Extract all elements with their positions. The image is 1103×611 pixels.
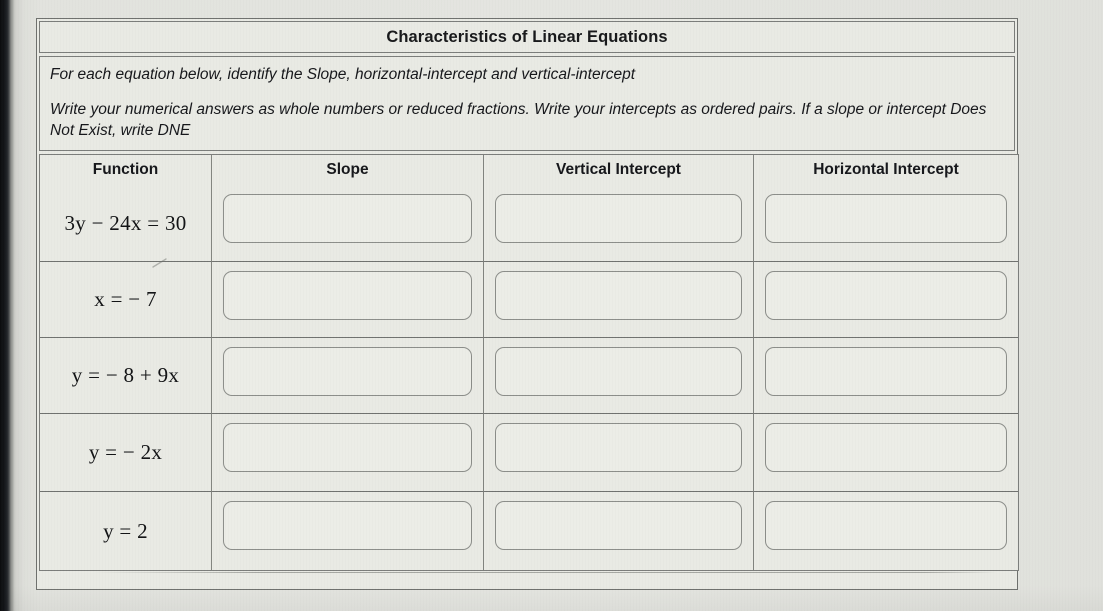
instructions-band: For each equation below, identify the Sl… — [39, 56, 1015, 151]
horizontal-intercept-cell-2[interactable] — [754, 262, 1018, 338]
worksheet-title-band: Characteristics of Linear Equations — [39, 21, 1015, 53]
table-header-row: Function Slope Vertical Intercept Horizo… — [40, 155, 1018, 185]
vertical-intercept-cell-1[interactable] — [484, 185, 754, 262]
vertical-intercept-cell-2[interactable] — [484, 262, 754, 338]
photographed-worksheet-scene: Characteristics of Linear Equations For … — [0, 0, 1103, 611]
horizontal-intercept-cell-1[interactable] — [754, 185, 1018, 262]
instruction-line-1: For each equation below, identify the Sl… — [50, 66, 636, 83]
vertical-intercept-cell-4[interactable] — [484, 414, 754, 492]
vertical-intercept-input-3[interactable] — [495, 347, 742, 396]
horizontal-intercept-input-2[interactable] — [765, 271, 1007, 320]
table-row: 3y − 24x = 30 — [40, 185, 1018, 262]
horizontal-intercept-cell-3[interactable] — [754, 338, 1018, 414]
vertical-intercept-input-5[interactable] — [495, 501, 742, 550]
equation-cell-2: x = − 7 — [40, 262, 212, 338]
horizontal-intercept-cell-5[interactable] — [754, 492, 1018, 570]
slope-input-2[interactable] — [223, 271, 472, 320]
paper-fold-line — [93, 572, 997, 573]
equation-cell-1: 3y − 24x = 30 — [40, 185, 212, 262]
horizontal-intercept-input-5[interactable] — [765, 501, 1007, 550]
slope-cell-4[interactable] — [212, 414, 484, 492]
column-header-slope: Slope — [212, 155, 484, 185]
vertical-intercept-cell-3[interactable] — [484, 338, 754, 414]
table-row: x = − 7 — [40, 262, 1018, 338]
horizontal-intercept-input-1[interactable] — [765, 194, 1007, 243]
column-header-vertical-intercept: Vertical Intercept — [484, 155, 754, 185]
column-header-function: Function — [40, 155, 212, 185]
slope-input-4[interactable] — [223, 423, 472, 472]
vertical-intercept-input-2[interactable] — [495, 271, 742, 320]
slope-input-3[interactable] — [223, 347, 472, 396]
slope-cell-1[interactable] — [212, 185, 484, 262]
equation-cell-5: y = 2 — [40, 492, 212, 570]
instruction-line-2: Write your numerical answers as whole nu… — [50, 101, 987, 139]
worksheet-table: Characteristics of Linear Equations For … — [36, 18, 1019, 590]
horizontal-intercept-input-4[interactable] — [765, 423, 1007, 472]
characteristics-table: Function Slope Vertical Intercept Horizo… — [39, 154, 1019, 571]
table-row: y = − 2x — [40, 414, 1018, 492]
table-row: y = − 8 + 9x — [40, 338, 1018, 414]
slope-cell-5[interactable] — [212, 492, 484, 570]
slope-input-1[interactable] — [223, 194, 472, 243]
page-title: Characteristics of Linear Equations — [386, 27, 668, 46]
column-header-horizontal-intercept: Horizontal Intercept — [754, 155, 1018, 185]
table-row: y = 2 — [40, 492, 1018, 570]
vertical-intercept-cell-5[interactable] — [484, 492, 754, 570]
horizontal-intercept-cell-4[interactable] — [754, 414, 1018, 492]
slope-cell-3[interactable] — [212, 338, 484, 414]
equation-cell-4: y = − 2x — [40, 414, 212, 492]
horizontal-intercept-input-3[interactable] — [765, 347, 1007, 396]
equation-cell-3: y = − 8 + 9x — [40, 338, 212, 414]
vertical-intercept-input-4[interactable] — [495, 423, 742, 472]
slope-cell-2[interactable] — [212, 262, 484, 338]
vertical-intercept-input-1[interactable] — [495, 194, 742, 243]
slope-input-5[interactable] — [223, 501, 472, 550]
